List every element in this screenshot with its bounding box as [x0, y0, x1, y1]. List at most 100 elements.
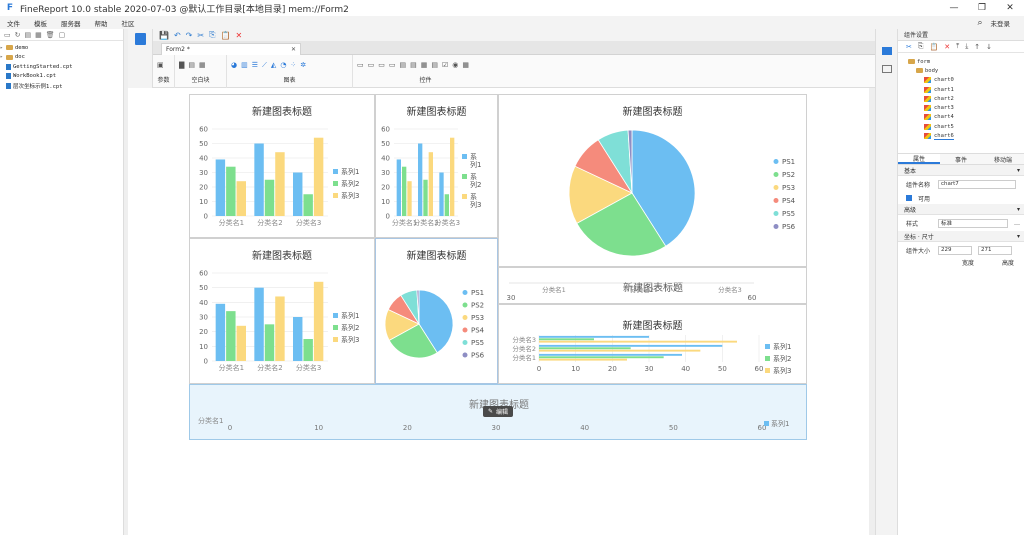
section-basic[interactable]: 基本 ▾	[898, 165, 1024, 176]
component-tree-item[interactable]: chart0	[908, 76, 1024, 85]
edit-chart-button[interactable]: ✎ 编辑	[483, 406, 514, 417]
open-icon[interactable]: ▤	[25, 31, 32, 39]
map-chart-icon[interactable]: ✲	[300, 61, 306, 70]
area-chart-icon[interactable]: ◭	[271, 61, 276, 70]
redo-icon[interactable]: ↷	[186, 31, 193, 40]
line-chart-icon[interactable]: ⟋	[262, 61, 267, 70]
move-bottom-icon[interactable]: ⤓	[965, 42, 968, 51]
component-tree-item[interactable]: chart1	[908, 85, 1024, 94]
tree-item-file[interactable]: 层次坐标示例1.cpt	[0, 81, 123, 91]
close-window-icon[interactable]: ✕	[996, 3, 1024, 13]
tab-block-icon[interactable]: ▤	[188, 61, 195, 69]
tab-events[interactable]: 事件	[940, 154, 982, 164]
tab-properties[interactable]: 属性	[898, 154, 940, 164]
chart-widget[interactable]: 新建图表标题 PS1 PS2 PS3 PS4 PS5 PS6	[375, 238, 498, 384]
component-tree-item[interactable]: form	[908, 57, 1024, 66]
component-tree-item[interactable]: chart2	[908, 94, 1024, 103]
combobox-icon[interactable]: ▭	[389, 61, 396, 69]
copy-icon[interactable]: ⎘	[918, 42, 924, 51]
delete-x-icon[interactable]: ✕	[944, 43, 950, 51]
component-tree-item[interactable]: chart3	[908, 103, 1024, 112]
design-canvas[interactable]: 新建图表标题 0 10 20 30 40 50 60 分类名1 分类名2 分类名3 系列1 系列2 系列…	[128, 88, 869, 535]
move-up-icon[interactable]: ↑	[974, 43, 980, 51]
scatter-chart-icon[interactable]: ⁘	[290, 61, 296, 70]
chart-widget[interactable]: 新建图表标题 0 10 20 30 40 50 60 分类名1 分类名2 分类名3 系列1 系列2 系列…	[189, 94, 375, 238]
menu-community[interactable]: 社区	[115, 18, 142, 28]
checkbox-icon[interactable]: ☑	[442, 61, 448, 69]
tree-item-doc[interactable]: ▸ doc	[0, 53, 123, 63]
collapse-icon[interactable]: ▾	[1017, 206, 1020, 213]
rename-icon[interactable]: ▦	[35, 31, 42, 39]
tab-mobile[interactable]: 移动端	[982, 154, 1024, 164]
block-icon[interactable]: ▇	[179, 61, 184, 69]
tree-icon[interactable]: ▦	[421, 61, 428, 69]
visible-checkbox[interactable]	[906, 195, 912, 201]
section-advanced[interactable]: 高级 ▾	[898, 204, 1024, 215]
number-icon[interactable]: ▭	[368, 61, 375, 69]
more-icon[interactable]: …	[1014, 220, 1020, 227]
menu-file[interactable]: 文件	[0, 18, 27, 28]
cut-icon[interactable]: ✂	[197, 31, 204, 40]
radio-icon[interactable]: ◉	[452, 61, 458, 69]
gauge-chart-icon[interactable]: ◔	[280, 61, 286, 70]
tab-form2[interactable]: Form2 * ✕	[161, 43, 301, 55]
pie-chart: PS1 PS2 PS3 PS4 PS5 PS6	[568, 129, 796, 257]
width-input[interactable]: 229	[938, 245, 972, 255]
label-icon[interactable]: ▤	[431, 61, 438, 69]
move-top-icon[interactable]: ⤒	[956, 42, 959, 51]
new-folder-icon[interactable]: ▭	[4, 31, 11, 39]
chart-widget[interactable]: 新建图表标题 0 10 20 30 40 50 60 分类名1 分类名2 分类名3 系列1 系列2 系列…	[498, 304, 807, 384]
date-icon[interactable]: ▤	[400, 61, 407, 69]
maximize-icon[interactable]: ❐	[968, 3, 996, 13]
collapse-icon[interactable]: ▾	[1017, 233, 1020, 240]
login-link[interactable]: 未登录	[991, 18, 1011, 28]
absolute-block-icon[interactable]: ▦	[199, 61, 206, 69]
close-tab-icon[interactable]: ✕	[291, 46, 296, 53]
tree-item-demo[interactable]: ▸ demo	[0, 43, 123, 53]
ribbon-group-params[interactable]: ▣ 参数	[153, 55, 175, 88]
report-block-icon[interactable]: ▦	[462, 61, 469, 69]
paste-icon[interactable]: 📋	[220, 31, 230, 40]
field-label: 组件名称	[906, 181, 931, 189]
params-icon[interactable]: ▣	[157, 61, 164, 69]
pie-chart-icon[interactable]: ◕	[231, 61, 237, 70]
move-down-icon[interactable]: ↓	[986, 43, 992, 51]
component-tree-item[interactable]: chart4	[908, 113, 1024, 122]
style-input[interactable]: 标准	[938, 218, 1008, 228]
tree-item-file[interactable]: GettingStarted.cpt	[0, 62, 123, 72]
save-icon[interactable]: 💾	[159, 31, 169, 40]
section-coords[interactable]: 坐标 · 尺寸 ▾	[898, 231, 1024, 242]
lock-icon[interactable]: ▢	[59, 31, 66, 39]
cut-icon[interactable]: ✂	[906, 43, 912, 51]
textbox-icon[interactable]: ▭	[357, 61, 364, 69]
chart-widget[interactable]: 新建图表标题 0 10 20 30 40 50 60 分类名1 分类名2 分类名3 系列1 系列2 系列…	[189, 238, 375, 384]
bar-chart-icon[interactable]: ▥	[241, 61, 248, 70]
chart-widget[interactable]: 新建图表标题 分类名1 分类名2 分类名3 30 60	[498, 267, 807, 304]
component-settings-icon[interactable]	[882, 47, 892, 55]
delete-icon[interactable]: 🗑	[46, 31, 55, 39]
hbar-chart-icon[interactable]: ☰	[252, 61, 258, 70]
component-name-input[interactable]: chart7	[938, 179, 1016, 189]
widget-panel-icon[interactable]	[135, 33, 146, 45]
minimize-icon[interactable]: —	[940, 3, 968, 13]
button-icon[interactable]: ▭	[378, 61, 385, 69]
height-input[interactable]: 271	[978, 245, 1012, 255]
menu-server[interactable]: 服务器	[54, 18, 88, 28]
refresh-icon[interactable]: ↻	[15, 31, 21, 39]
menu-template[interactable]: 模板	[27, 18, 54, 28]
delete-x-icon[interactable]: ✕	[235, 31, 242, 40]
search-icon[interactable]: ⌕	[977, 18, 982, 28]
undo-icon[interactable]: ↶	[174, 31, 181, 40]
copy-icon[interactable]: ⎘	[209, 30, 215, 40]
paste-icon[interactable]: 📋	[929, 43, 938, 51]
collapse-icon[interactable]: ▾	[1017, 167, 1020, 174]
chart-widget[interactable]: 新建图表标题 PS1 PS2 PS3 PS4 PS5 PS6	[498, 94, 807, 267]
component-tree-item[interactable]: chart6	[908, 131, 1024, 140]
component-tree-item[interactable]: chart5	[908, 122, 1024, 131]
list-icon[interactable]: ▤	[410, 61, 417, 69]
tree-item-file[interactable]: WorkBook1.cpt	[0, 72, 123, 82]
chart-widget[interactable]: 新建图表标题 0 10 20 30 40 50 60 分类名1 分类名2 分类名3 系列1 系列2 系列…	[375, 94, 498, 238]
component-tree-item[interactable]: body	[908, 66, 1024, 75]
menu-help[interactable]: 帮助	[88, 18, 115, 28]
layout-icon[interactable]	[882, 65, 892, 73]
